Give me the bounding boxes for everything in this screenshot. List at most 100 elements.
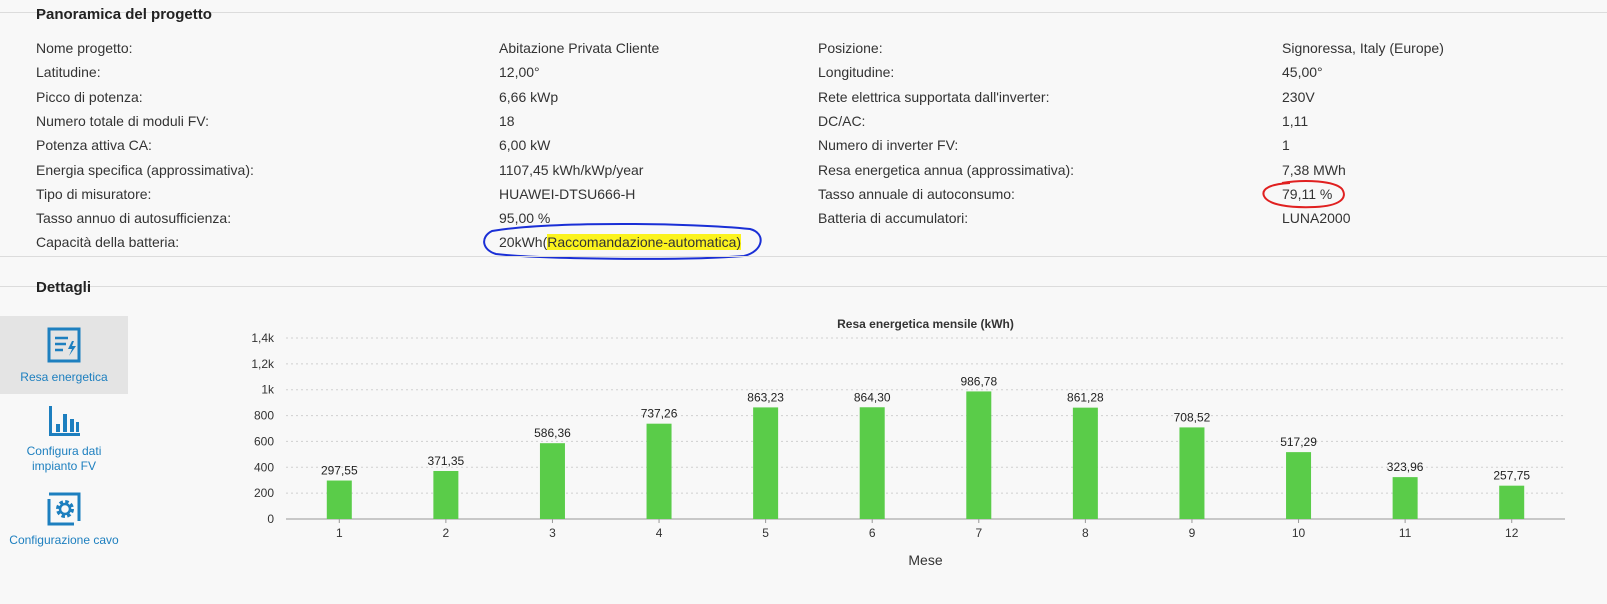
overview-value: 1107,45 kWh/kWp/year <box>499 162 643 178</box>
overview-value-text: 45,00° <box>1282 64 1323 81</box>
x-tick-label: 9 <box>1189 526 1196 540</box>
overview-label: Nome progetto: <box>36 40 133 56</box>
overview-value: 79,11 % <box>1282 186 1332 202</box>
monthly-yield-chart: Resa energetica mensile (kWh) 0 200 400 600 8… <box>251 318 1565 568</box>
bar-value-label: 986,78 <box>960 374 997 388</box>
details-divider <box>0 286 1607 287</box>
overview-label: Potenza attiva CA: <box>36 137 152 154</box>
overview-value: 7,38 MWh <box>1282 162 1346 178</box>
overview-value-text: 95,00 % <box>499 210 551 227</box>
bar <box>1499 485 1525 519</box>
overview-value: 18 <box>499 113 515 129</box>
overview-value-text: 20kWh <box>499 234 543 251</box>
overview-label: Longitudine: <box>818 64 895 81</box>
overview-value-text: 7,38 MWh <box>1282 161 1346 178</box>
overview-label: Tasso annuo di autosufficienza: <box>36 210 232 227</box>
x-tick-label: 5 <box>762 526 769 540</box>
x-tick-label: 2 <box>443 526 450 540</box>
sidebar-item-configurazione-cavo[interactable]: Configurazione cavo <box>0 486 128 550</box>
bar <box>966 391 992 519</box>
overview-label: Tasso annuale di autoconsumo: <box>818 185 1015 202</box>
bar-value-label: 297,55 <box>321 464 358 478</box>
overview-label: Numero di inverter FV: <box>818 137 959 154</box>
bar <box>326 480 352 519</box>
overview-label: Rete elettrica supportata dall'inverter: <box>818 88 1050 105</box>
bar-value-label: 864,30 <box>854 390 891 404</box>
bar-value-label: 708,52 <box>1174 410 1211 424</box>
x-tick-label: 10 <box>1292 526 1306 540</box>
overview-value: 6,66 kWp <box>499 89 558 105</box>
overview-value-text: 12,00° <box>499 64 540 81</box>
overview-value-text: 1107,45 kWh/kWp/year <box>499 161 644 178</box>
y-tick-label: 1,2k <box>251 357 275 371</box>
overview-label: Numero totale di moduli FV: <box>36 112 209 129</box>
overview-value-text: Signoressa, Italy (Europe) <box>1282 40 1444 56</box>
x-tick-label: 4 <box>656 526 663 540</box>
overview-label: Posizione: <box>818 40 883 56</box>
overview-value: Abitazione Privata Cliente <box>499 40 659 56</box>
highlighted-value-text: Raccomandazione-automatica) <box>547 234 742 251</box>
bar-value-label: 517,29 <box>1280 435 1317 449</box>
overview-value-text: Abitazione Privata Cliente <box>499 40 660 56</box>
y-tick-label: 200 <box>254 486 274 500</box>
overview-label: Batteria di accumulatori: <box>818 210 969 227</box>
overview-value-text: 6,66 kWp <box>499 88 559 105</box>
overview-label: DC/AC: <box>818 112 866 129</box>
bar-value-label: 737,26 <box>641 407 678 421</box>
bar <box>859 407 885 519</box>
gear-icon <box>47 492 81 526</box>
sidebar-item-label: Configurazione cavo <box>9 533 119 547</box>
overview-value: Signoressa, Italy (Europe) <box>1282 40 1444 56</box>
overview-value: 95,00 % <box>499 210 550 226</box>
x-tick-label: 12 <box>1505 526 1519 540</box>
bar <box>433 470 459 519</box>
overview-value: 1 <box>1282 137 1290 153</box>
x-tick-label: 8 <box>1082 526 1089 540</box>
y-tick-label: 0 <box>267 512 274 526</box>
energy-yield-icon <box>47 327 81 363</box>
x-tick-label: 6 <box>869 526 876 540</box>
sidebar-item-resa-energetica[interactable]: Resa energetica <box>0 316 128 394</box>
sidebar-item-configura-dati[interactable]: Configura dati impianto FV <box>0 398 128 478</box>
overview-value-text: 79,11 % <box>1282 185 1333 202</box>
overview-label: Energia specifica (approssimativa): <box>36 161 254 178</box>
bar-value-label: 371,35 <box>428 454 465 468</box>
overview-value: 1,11 <box>1282 113 1308 129</box>
bar-value-label: 863,23 <box>747 390 784 404</box>
chart-title: Resa energetica mensile (kWh) <box>837 318 1014 331</box>
top-divider <box>0 12 1607 13</box>
overview-label: Capacità della batteria: <box>36 234 180 251</box>
y-tick-label: 800 <box>254 409 274 423</box>
bar-value-label: 861,28 <box>1067 391 1104 405</box>
overview-title: Panoramica del progetto <box>36 6 212 23</box>
overview-value: 20kWh(Raccomandazione-automatica) <box>499 234 742 251</box>
sidebar-item-label: Resa energetica <box>20 370 108 384</box>
overview-value: 6,00 kW <box>499 137 550 153</box>
sidebar-item-label: Configura dati impianto FV <box>26 444 102 473</box>
x-tick-label: 3 <box>549 526 556 540</box>
bar-chart-icon <box>49 406 80 436</box>
overview-value-text: 1,11 <box>1282 112 1309 129</box>
overview-value-text: 6,00 kW <box>499 137 551 154</box>
overview-label: Latitudine: <box>36 64 101 81</box>
overview-value-text: 1 <box>1282 137 1290 154</box>
overview-value-text: 230V <box>1282 88 1315 105</box>
overview-value-text: HUAWEI-DTSU666-H <box>499 185 636 202</box>
overview-value: HUAWEI-DTSU666-H <box>499 186 635 202</box>
overview-value: LUNA2000 <box>1282 210 1351 226</box>
details-divider-top <box>0 256 1607 257</box>
x-tick-label: 11 <box>1399 526 1412 540</box>
x-tick-label: 1 <box>336 526 343 540</box>
x-axis-label: Mese <box>908 552 942 568</box>
y-tick-label: 1,4k <box>251 331 275 345</box>
bar <box>646 423 672 519</box>
details-title: Dettagli <box>36 279 92 296</box>
y-tick-label: 600 <box>254 434 274 448</box>
overview-label: Tipo di misuratore: <box>36 185 152 202</box>
y-tick-label: 1k <box>261 383 275 397</box>
y-tick-label: 400 <box>254 460 274 474</box>
bar-value-label: 323,96 <box>1387 460 1424 474</box>
bar-value-label: 257,75 <box>1493 469 1530 483</box>
overview-value: 12,00° <box>499 64 540 80</box>
overview-label: Resa energetica annua (approssimativa): <box>818 161 1075 178</box>
